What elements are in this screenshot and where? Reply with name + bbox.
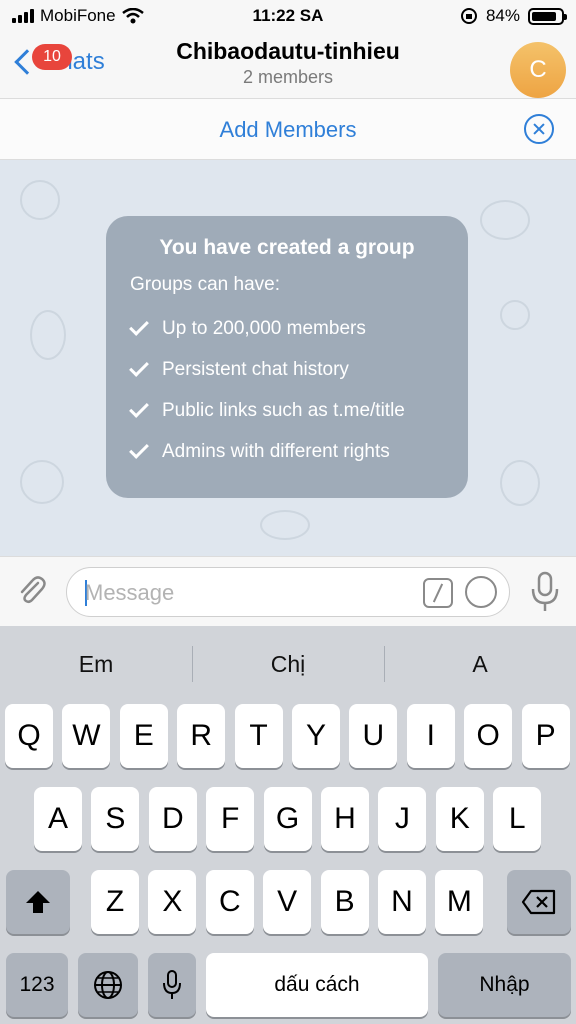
doodle-dog-icon: [500, 460, 540, 506]
key-o[interactable]: O: [464, 704, 513, 768]
delete-key[interactable]: [507, 870, 571, 934]
shift-key[interactable]: [6, 870, 70, 934]
key-a[interactable]: A: [34, 787, 82, 851]
check-icon: [129, 315, 149, 336]
suggestion-item[interactable]: Chị: [192, 626, 384, 702]
battery-icon: [528, 7, 567, 25]
feature-item: Admins with different rights: [129, 431, 444, 472]
key-f[interactable]: F: [206, 787, 255, 851]
key-row-3: ZXCVBNM: [0, 870, 576, 934]
doodle-cloud-icon: [480, 200, 530, 240]
message-field[interactable]: [66, 567, 510, 617]
key-r[interactable]: R: [177, 704, 226, 768]
return-key[interactable]: Nhập: [438, 953, 571, 1017]
key-h[interactable]: H: [321, 787, 369, 851]
key-w[interactable]: W: [62, 704, 111, 768]
check-icon: [129, 397, 149, 418]
globe-icon: [94, 971, 122, 999]
status-right: 84%: [460, 6, 567, 26]
doodle-balloon-icon: [20, 180, 60, 220]
card-subtitle: Groups can have:: [130, 274, 280, 295]
check-icon: [129, 356, 149, 377]
key-row-4: 123 dấu cách Nhập: [0, 953, 576, 1017]
key-k[interactable]: K: [435, 787, 484, 851]
add-members-bar: Add Members: [0, 98, 576, 160]
key-l[interactable]: L: [493, 787, 542, 851]
microphone-icon[interactable]: [530, 571, 560, 613]
key-x[interactable]: X: [148, 870, 197, 934]
key-d[interactable]: D: [148, 787, 197, 851]
message-input[interactable]: [85, 580, 405, 606]
add-members-button[interactable]: Add Members: [0, 117, 576, 143]
feature-item: Public links such as t.me/title: [129, 390, 444, 431]
check-icon: [129, 438, 149, 459]
key-c[interactable]: C: [205, 870, 254, 934]
card-title: You have created a group: [159, 236, 415, 259]
chat-header[interactable]: Chibaodautu-tinhieu 2 members: [0, 38, 576, 88]
feature-item: Up to 200,000 members: [129, 308, 444, 349]
key-v[interactable]: V: [263, 870, 312, 934]
feature-text: Up to 200,000 members: [162, 317, 366, 339]
chat-title: Chibaodautu-tinhieu: [176, 38, 400, 64]
paperclip-icon[interactable]: [14, 573, 50, 609]
key-z[interactable]: Z: [91, 870, 139, 934]
suggestion-item[interactable]: Em: [0, 626, 192, 702]
nav-bar: Chats 10 Chibaodautu-tinhieu 2 members C: [0, 34, 576, 98]
status-bar: MobiFone 11:22 SA 84%: [0, 0, 576, 34]
space-key[interactable]: dấu cách: [206, 953, 428, 1017]
key-t[interactable]: T: [234, 704, 283, 768]
key-y[interactable]: Y: [292, 704, 340, 768]
bot-command-icon[interactable]: [423, 578, 453, 608]
suggestion-bar: Em Chị A: [0, 626, 576, 702]
dictation-key[interactable]: [148, 953, 196, 1017]
key-j[interactable]: J: [378, 787, 427, 851]
doodle-cat-icon: [30, 310, 66, 360]
key-n[interactable]: N: [378, 870, 426, 934]
close-icon[interactable]: [524, 114, 554, 144]
chat-area: You have created a group Groups can have…: [0, 160, 576, 556]
battery-percent: 84%: [485, 6, 520, 25]
avatar[interactable]: C: [510, 42, 566, 98]
feature-item: Persistent chat history: [129, 349, 444, 390]
key-g[interactable]: G: [263, 787, 312, 851]
suggestion-item[interactable]: A: [384, 626, 576, 702]
key-u[interactable]: U: [349, 704, 398, 768]
feature-text: Admins with different rights: [162, 440, 390, 462]
key-m[interactable]: M: [435, 870, 484, 934]
key-row-2: ASDFGHJKL: [0, 787, 576, 851]
doodle-ball-icon: [500, 300, 530, 330]
doodle-cat-icon: [20, 460, 64, 504]
chat-subtitle: 2 members: [242, 67, 334, 87]
microphone-icon: [163, 970, 181, 999]
numbers-key[interactable]: 123: [6, 953, 68, 1017]
key-b[interactable]: B: [320, 870, 369, 934]
key-q[interactable]: Q: [5, 704, 53, 768]
composer-bar: [0, 556, 576, 626]
key-p[interactable]: P: [521, 704, 570, 768]
group-created-card: You have created a group Groups can have…: [106, 216, 468, 498]
key-i[interactable]: I: [406, 704, 455, 768]
globe-key[interactable]: [78, 953, 138, 1017]
sticker-icon[interactable]: [465, 576, 497, 608]
doodle-bird-icon: [260, 510, 310, 540]
keyboard: Em Chị A QWERTYUIOP ASDFGHJKL ZXCVBNM 12…: [0, 626, 576, 1024]
orientation-lock-icon: [460, 8, 477, 24]
feature-text: Persistent chat history: [162, 358, 349, 380]
shift-arrow-icon: [26, 891, 50, 913]
key-s[interactable]: S: [91, 787, 140, 851]
backspace-icon: [521, 889, 556, 915]
key-e[interactable]: E: [119, 704, 168, 768]
feature-text: Public links such as t.me/title: [162, 399, 405, 421]
key-row-1: QWERTYUIOP: [0, 704, 576, 768]
